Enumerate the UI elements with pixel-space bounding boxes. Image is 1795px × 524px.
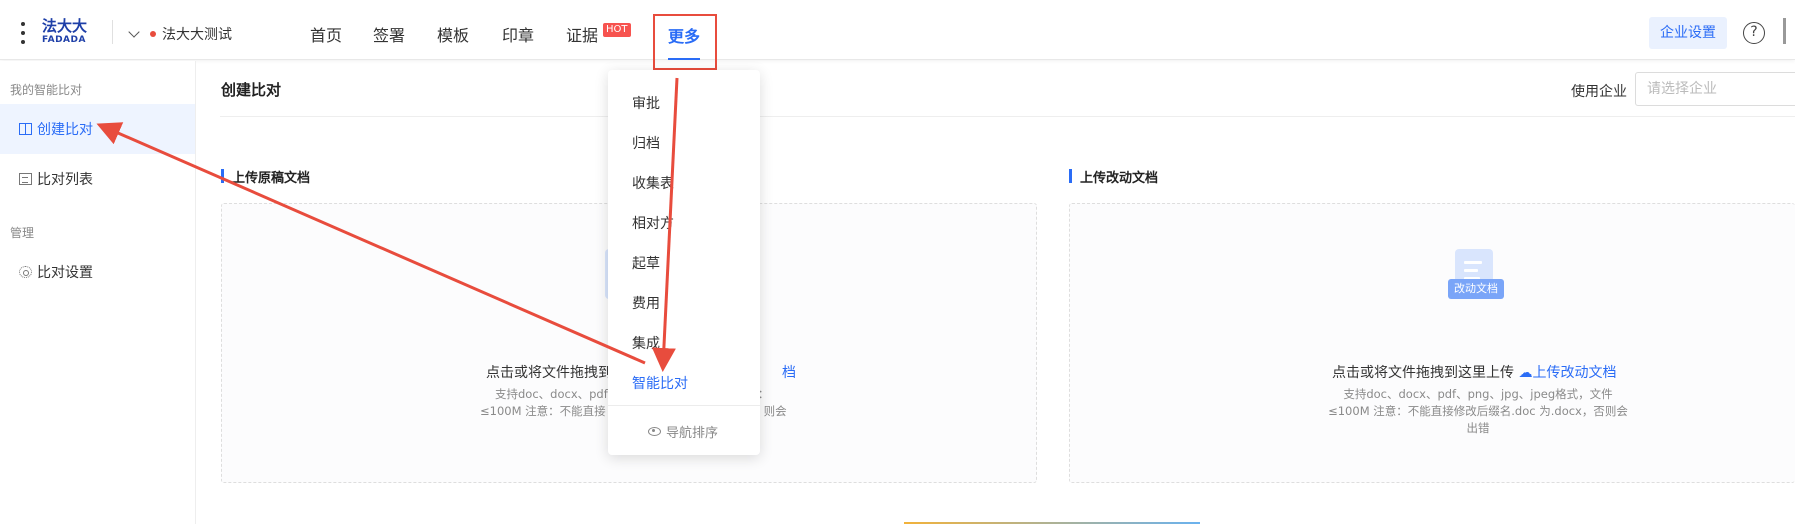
app-root: 法大大 FADADA 法大大测试 首页 签署 模板 印章 证据 HOT 更多 企… [0,0,1795,524]
title-divider [220,116,1795,117]
menu-divider [608,405,760,406]
upload-cloud-icon: ☁ [1518,365,1533,381]
nav-template[interactable]: 模板 [437,22,469,46]
sidebar-group-label: 我的智能比对 [10,83,83,97]
section-title-original: 上传原稿文档 [221,167,310,186]
nav-sort-label: 导航排序 [666,426,719,441]
menu-item-integration[interactable]: 集成 [632,333,660,353]
revised-upload-prompt: 点击或将文件拖拽到这里上传 ☁上传改动文档 [1332,362,1616,382]
chevron-down-icon [128,26,140,38]
section-title-revised: 上传改动文档 [1069,167,1158,186]
enterprise-select[interactable]: 请选择企业 [1635,72,1795,106]
nav-evidence[interactable]: 证据 [566,22,598,46]
sidebar-item-label: 比对设置 [37,265,93,281]
revised-upload-dropzone[interactable]: 改动文档 点击或将文件拖拽到这里上传 ☁上传改动文档 支持doc、docx、pd… [1069,203,1795,483]
sidebar-item-compare-list[interactable]: 比对列表 [0,154,195,204]
menu-item-smart-compare[interactable]: 智能比对 [632,373,688,393]
upload-revised-link[interactable]: 上传改动文档 [1532,365,1616,381]
header-divider [112,20,113,44]
eye-icon [648,427,661,436]
more-dropdown-menu: 审批 归档 收集表 相对方 起草 费用 集成 智能比对 导航排序 [608,70,760,455]
top-header: 法大大 FADADA 法大大测试 首页 签署 模板 印章 证据 HOT 更多 企… [0,0,1795,60]
document-icon: 改动文档 [1448,249,1504,307]
list-icon [19,173,32,185]
revised-doc-tag: 改动文档 [1448,279,1504,299]
hot-badge: HOT [603,23,631,37]
menu-item-collection-form[interactable]: 收集表 [632,173,674,193]
logo-text: 法大大 [42,17,88,35]
kebab-menu-icon[interactable] [20,22,26,44]
hint-text: 支持doc、docx、pdf、png、jpg、jpeg格式，文件 [1343,387,1613,401]
org-name: 法大大测试 [162,27,232,43]
menu-item-counterparty[interactable]: 相对方 [632,213,674,233]
nav-sort-button[interactable]: 导航排序 [648,422,718,441]
scrollbar-handle[interactable] [1783,18,1786,44]
hint-text: 支持doc、docx、pdf [495,387,608,401]
menu-item-approval[interactable]: 审批 [632,93,660,113]
logo-subtext: FADADA [42,35,86,45]
revised-upload-hint: 支持doc、docx、pdf、png、jpg、jpeg格式，文件 ≤100M 注… [1325,386,1631,437]
sidebar-item-label: 比对列表 [37,172,93,188]
page-title: 创建比对 [221,81,282,99]
hint-text: 出错 [1466,421,1490,435]
sidebar-item-create-compare[interactable]: 创建比对 [0,104,195,154]
upload-original-link[interactable]: 档 [782,365,796,381]
hint-text: ≤100M 注意：不能直接 [480,404,606,418]
prompt-text: 点击或将文件拖拽到 [486,365,612,381]
nav-sign[interactable]: 签署 [373,22,405,46]
nav-seal[interactable]: 印章 [502,22,534,46]
enterprise-label: 使用企业 [1571,84,1627,100]
menu-item-fees[interactable]: 费用 [632,293,660,313]
menu-item-draft[interactable]: 起草 [632,253,660,273]
sidebar-item-label: 创建比对 [37,122,93,138]
hint-text: ≤100M 注意：不能直接修改后缀名.doc 为.docx，否则会 [1328,404,1628,418]
hint-text: 则会 [763,404,787,418]
org-switcher[interactable]: 法大大测试 [128,24,232,44]
nav-home[interactable]: 首页 [310,22,342,46]
org-status-dot [150,31,156,37]
help-icon[interactable]: ? [1743,22,1765,44]
columns-icon [19,123,32,135]
enterprise-settings-button[interactable]: 企业设置 [1649,17,1727,49]
sidebar: 我的智能比对 创建比对 比对列表 管理 比对设置 [0,61,196,524]
annotation-highlight-box [653,14,717,70]
gear-icon [19,266,32,278]
prompt-text: 点击或将文件拖拽到这里上传 [1332,365,1514,381]
sidebar-group-label: 管理 [10,226,35,240]
fadada-logo[interactable]: 法大大 FADADA [42,18,98,48]
menu-item-archive[interactable]: 归档 [632,133,660,153]
sidebar-item-compare-settings[interactable]: 比对设置 [0,247,195,297]
